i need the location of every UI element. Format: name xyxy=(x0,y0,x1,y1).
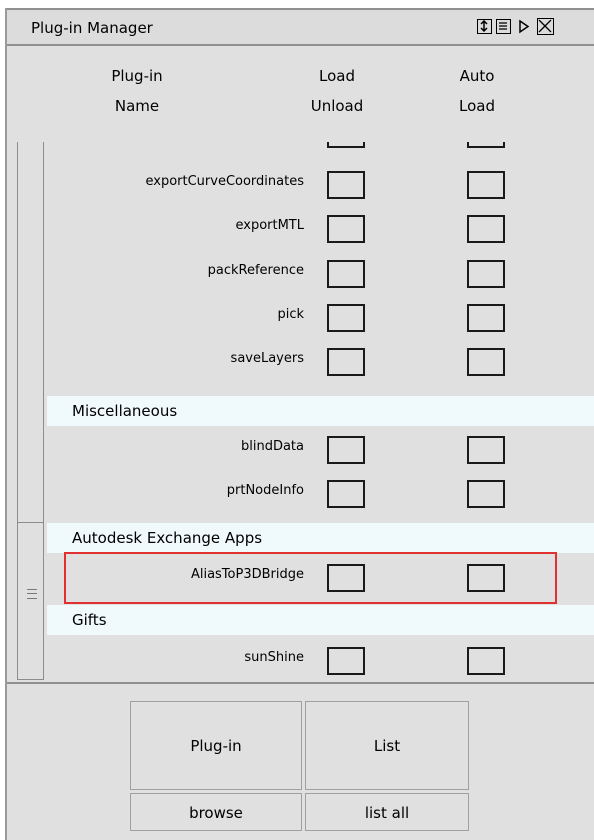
scrollbar-grip-icon xyxy=(27,589,37,599)
group-header-gifts: Gifts xyxy=(47,605,594,635)
autoload-checkbox[interactable] xyxy=(467,304,505,332)
header-auto-load: Auto Load xyxy=(459,67,495,115)
title-bar: Plug-in Manager xyxy=(7,8,594,46)
highlight-box xyxy=(64,552,557,604)
autoload-checkbox[interactable] xyxy=(467,348,505,376)
autoload-checkbox[interactable] xyxy=(467,436,505,464)
autoload-checkbox[interactable] xyxy=(467,142,505,148)
load-checkbox[interactable] xyxy=(327,260,365,288)
plugin-button[interactable]: Plug-in xyxy=(130,701,302,790)
column-headers: Plug-in Name Load Unload Auto Load xyxy=(7,46,594,142)
list-item: exportCurveCoordinates xyxy=(47,161,594,205)
list-item: sunShine xyxy=(47,637,594,681)
load-checkbox[interactable] xyxy=(327,647,365,675)
list-all-button[interactable]: list all xyxy=(305,793,469,831)
autoload-checkbox[interactable] xyxy=(467,215,505,243)
autoload-checkbox[interactable] xyxy=(467,260,505,288)
list-item: exportMTL xyxy=(47,205,594,249)
window-title: Plug-in Manager xyxy=(31,19,153,37)
load-checkbox[interactable] xyxy=(327,215,365,243)
autoload-checkbox[interactable] xyxy=(467,171,505,199)
load-checkbox[interactable] xyxy=(327,436,365,464)
group-header-autodesk-exchange-apps: Autodesk Exchange Apps xyxy=(47,523,594,553)
autoload-checkbox[interactable] xyxy=(467,480,505,508)
header-load-unload: Load Unload xyxy=(310,67,364,115)
list-item: pick xyxy=(47,294,594,338)
plugin-name: saveLayers xyxy=(230,351,304,366)
plugin-name: blindData xyxy=(240,439,304,454)
plugin-name: sunShine xyxy=(244,650,304,665)
list-item xyxy=(47,142,594,154)
list-item: blindData xyxy=(47,426,594,470)
plugin-name: exportMTL xyxy=(235,218,304,233)
divider xyxy=(7,682,594,694)
load-checkbox[interactable] xyxy=(327,348,365,376)
plugin-name: exportCurveCoordinates xyxy=(145,174,304,189)
plugin-name: packReference xyxy=(207,263,304,278)
menu-icon[interactable] xyxy=(496,19,511,34)
autoload-checkbox[interactable] xyxy=(467,647,505,675)
plugin-name: prtNodeInfo xyxy=(226,483,304,498)
list-item: packReference xyxy=(47,250,594,294)
list-item: prtNodeInfo xyxy=(47,470,594,514)
scrollbar[interactable] xyxy=(10,142,46,682)
load-checkbox[interactable] xyxy=(327,142,365,148)
load-checkbox[interactable] xyxy=(327,480,365,508)
plugin-name: pick xyxy=(277,307,304,322)
load-checkbox[interactable] xyxy=(327,171,365,199)
list-button[interactable]: List xyxy=(305,701,469,790)
collapse-arrow-icon[interactable] xyxy=(517,19,532,34)
group-header-miscellaneous: Miscellaneous xyxy=(47,396,594,426)
load-checkbox[interactable] xyxy=(327,304,365,332)
close-icon[interactable] xyxy=(537,18,554,35)
header-plugin-name: Plug-in Name xyxy=(111,67,163,115)
scrollbar-thumb[interactable] xyxy=(18,522,44,652)
resize-icon[interactable] xyxy=(477,19,492,34)
list-item: saveLayers xyxy=(47,338,594,382)
plugin-manager-window: Plug-in Manager Plug-in Name Load Unload A… xyxy=(5,8,594,840)
browse-button[interactable]: browse xyxy=(130,793,302,831)
